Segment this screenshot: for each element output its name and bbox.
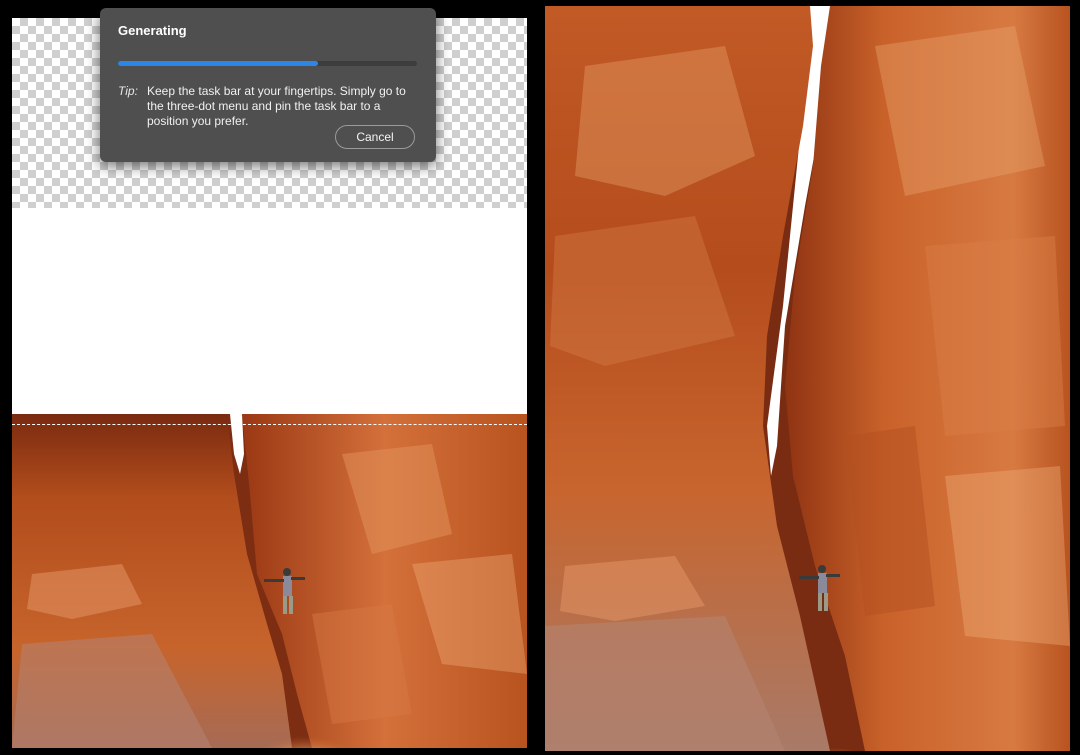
tip-label: Tip: <box>118 84 138 98</box>
tip-text: Keep the task bar at your fingertips. Si… <box>147 84 406 128</box>
progress-bar-fill <box>118 61 319 66</box>
canyon-photo-left <box>12 414 527 748</box>
selection-white-area <box>12 208 527 414</box>
cancel-button[interactable]: Cancel <box>335 125 415 149</box>
progress-bar <box>118 61 417 66</box>
dialog-title: Generating <box>118 23 187 38</box>
app-screen: Generating Tip: Keep the task bar at you… <box>0 0 1080 755</box>
generating-dialog: Generating Tip: Keep the task bar at you… <box>100 8 436 162</box>
selection-marquee <box>12 424 527 425</box>
canyon-photo-right <box>545 6 1070 751</box>
extended-image-canvas[interactable] <box>545 6 1070 751</box>
